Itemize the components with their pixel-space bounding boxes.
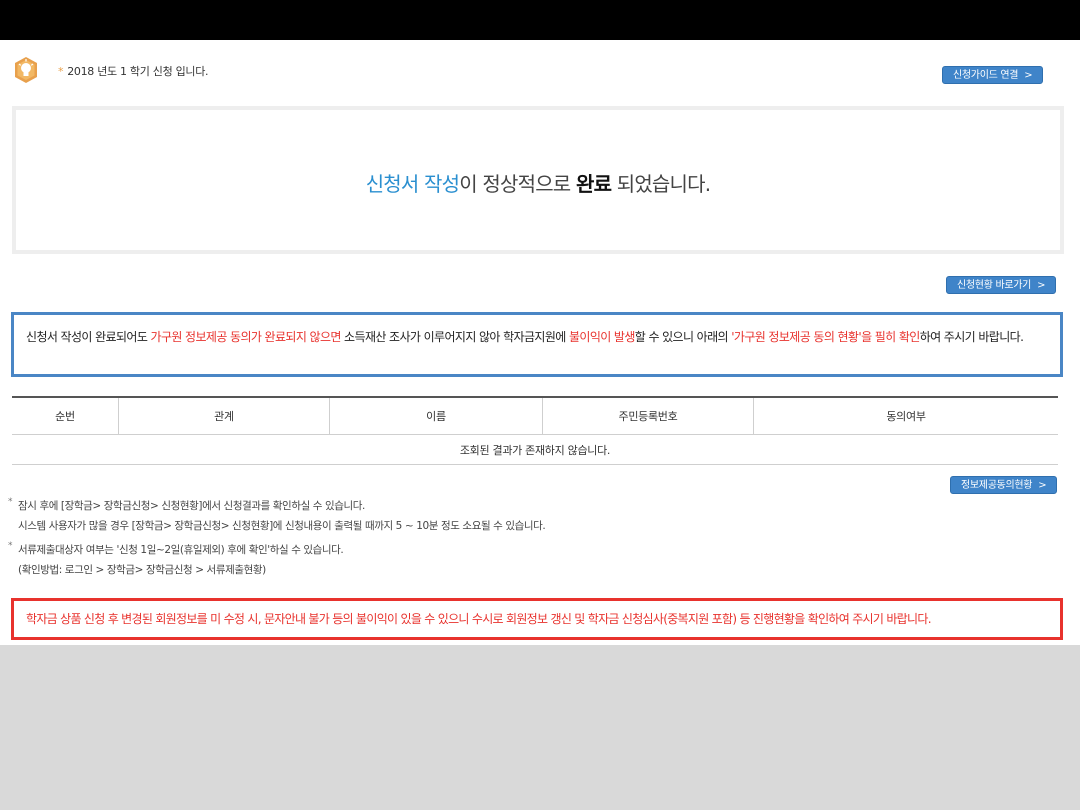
info-block-2: * 서류제출대상자 여부는 '신청 1일~2일(휴일제외) 후에 확인'하실 수…	[8, 540, 344, 580]
col-consent: 동의여부	[753, 396, 1058, 435]
top-bar	[0, 0, 1080, 40]
col-relation: 관계	[118, 396, 330, 435]
notice-highlight-2: 불이익이 발생	[568, 330, 635, 344]
chevron-right-icon: >	[1037, 280, 1046, 291]
notice-text-2: 소득재산 조사가 이루어지지 않아 학자금지원에	[340, 330, 569, 344]
notice-text-3: 할 수 있으니 아래의	[634, 330, 732, 344]
empty-result-message: 조회된 결과가 존재하지 않습니다.	[12, 434, 1058, 465]
notice-highlight-1: 가구원 정보제공 동의가 완료되지 않으면	[150, 330, 342, 344]
notice-highlight-3: '가구원 정보제공 동의 현황'을 필히 확인	[731, 330, 920, 344]
info-line: 시스템 사용자가 많을 경우 [장학금> 장학금신청> 신청현황]에 신청내용이…	[18, 520, 546, 532]
table-header-row: 순번 관계 이름 주민등록번호 동의여부	[12, 396, 1058, 435]
status-shortcut-button[interactable]: 신청현황 바로가기 >	[946, 276, 1057, 294]
semester-row: * 2018 년도 1 학기 신청 입니다. 신청가이드 연결 >	[12, 56, 1044, 84]
col-name: 이름	[329, 396, 543, 435]
completion-bold: 완료	[575, 172, 612, 196]
lightbulb-icon	[12, 56, 40, 84]
member-info-warning: 학자금 상품 신청 후 변경된 회원정보를 미 수정 시, 문자안내 불가 등의…	[11, 598, 1063, 640]
chevron-right-icon: >	[1038, 480, 1047, 491]
status-shortcut-label: 신청현황 바로가기	[957, 280, 1032, 291]
completion-end: 되었습니다.	[611, 172, 711, 196]
table-row: 조회된 결과가 존재하지 않습니다.	[12, 434, 1058, 465]
notice-text-4: 하여 주시기 바랍니다.	[919, 330, 1024, 344]
col-resident-number: 주민등록번호	[542, 396, 754, 435]
consent-status-button[interactable]: 정보제공동의현황 >	[950, 476, 1058, 494]
info-line: 잠시 후에 [장학금> 장학금신청> 신청현황]에서 신청결과를 확인하실 수 …	[18, 500, 365, 512]
chevron-right-icon: >	[1024, 70, 1033, 81]
completion-highlight: 신청서 작성	[365, 172, 460, 196]
info-line: 서류제출대상자 여부는 '신청 1일~2일(휴일제외) 후에 확인'하실 수 있…	[18, 544, 344, 556]
info-block-1: * 잠시 후에 [장학금> 장학금신청> 신청현황]에서 신청결과를 확인하실 …	[8, 496, 546, 536]
completion-text: 이 정상적으로	[459, 172, 576, 196]
semester-text: 2018 년도 1 학기 신청 입니다.	[67, 65, 209, 78]
consent-status-label: 정보제공동의현황	[961, 480, 1033, 491]
consent-notice: 신청서 작성이 완료되어도 가구원 정보제공 동의가 완료되지 않으면 소득재산…	[11, 312, 1063, 377]
col-number: 순번	[12, 396, 119, 435]
completion-message: 신청서 작성이 정상적으로 완료 되었습니다.	[16, 168, 1060, 197]
completion-panel: 신청서 작성이 정상적으로 완료 되었습니다.	[12, 106, 1064, 254]
household-consent-table: 순번 관계 이름 주민등록번호 동의여부 조회된 결과가 존재하지 않습니다.	[12, 396, 1058, 465]
guide-link-label: 신청가이드 연결	[953, 70, 1019, 81]
notice-text-1: 신청서 작성이 완료되어도	[26, 330, 151, 344]
semester-label: * 2018 년도 1 학기 신청 입니다.	[58, 65, 209, 78]
main-content: * 2018 년도 1 학기 신청 입니다. 신청가이드 연결 > 신청서 작성이 …	[0, 40, 1080, 645]
guide-link-button[interactable]: 신청가이드 연결 >	[942, 66, 1044, 84]
info-line: (확인방법: 로그인 > 장학금> 장학금신청 > 서류제출현황)	[18, 564, 266, 576]
